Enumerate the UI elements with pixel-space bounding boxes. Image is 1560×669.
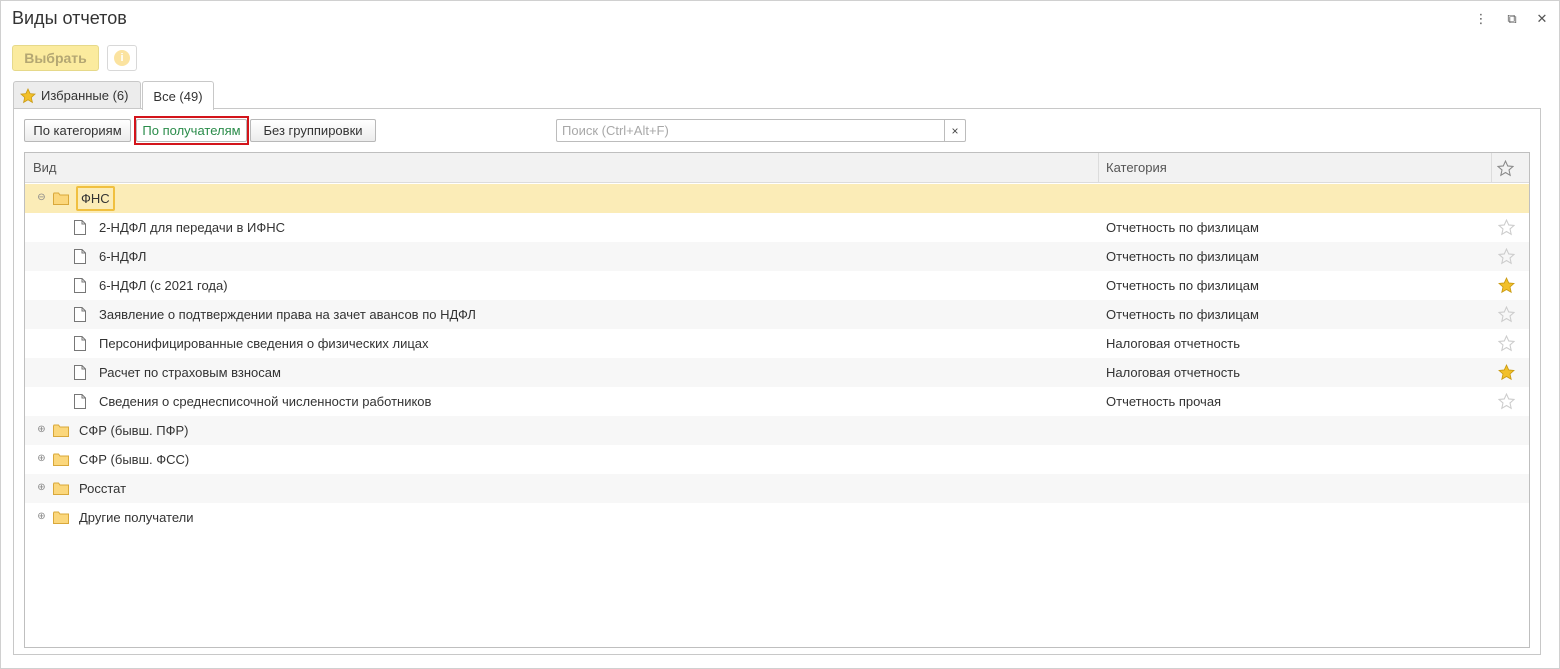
- tab-favorites[interactable]: Избранные (6): [13, 81, 141, 109]
- column-separator: [1098, 153, 1099, 183]
- report-category: Отчетность прочая: [1106, 394, 1222, 409]
- table-row[interactable]: Заявление о подтверждении права на зачет…: [25, 300, 1529, 329]
- star-empty-icon[interactable]: [1498, 393, 1515, 410]
- tab-favorites-label: Избранные (6): [41, 88, 129, 103]
- report-name: 6-НДФЛ: [99, 249, 147, 264]
- table-header: Вид Категория: [25, 153, 1529, 183]
- table-row[interactable]: Сведения о среднесписочной численности р…: [25, 387, 1529, 416]
- table-row[interactable]: 6-НДФЛ (с 2021 года) Отчетность по физли…: [25, 271, 1529, 300]
- document-icon: [74, 278, 86, 293]
- star-filled-icon[interactable]: [1498, 277, 1515, 294]
- star-icon: [20, 87, 36, 103]
- group-row-rosstat[interactable]: ⊕ Росстат: [25, 474, 1529, 503]
- folder-icon: [53, 511, 69, 524]
- group-row-sfr-pfr[interactable]: ⊕ СФР (бывш. ПФР): [25, 416, 1529, 445]
- report-types-window: Виды отчетов ⋮ ⧉ ✕ Выбрать i Избранные (…: [0, 0, 1560, 669]
- info-icon: i: [114, 50, 130, 66]
- star-filled-icon[interactable]: [1498, 364, 1515, 381]
- group-by-recipient-button[interactable]: По получателям: [136, 119, 247, 142]
- restore-window-icon[interactable]: ⧉: [1503, 10, 1521, 28]
- tab-all[interactable]: Все (49): [142, 81, 214, 110]
- group-label: Росстат: [79, 481, 127, 496]
- table-row[interactable]: Персонифицированные сведения о физически…: [25, 329, 1529, 358]
- document-icon: [74, 394, 86, 409]
- collapse-icon[interactable]: ⊖: [36, 193, 47, 204]
- star-empty-icon[interactable]: [1498, 219, 1515, 236]
- report-name: 2-НДФЛ для передачи в ИФНС: [99, 220, 286, 235]
- group-label: Другие получатели: [79, 510, 194, 525]
- expand-icon[interactable]: ⊕: [36, 454, 47, 465]
- report-category: Отчетность по физлицам: [1106, 307, 1259, 322]
- folder-icon: [53, 482, 69, 495]
- folder-icon: [53, 192, 69, 205]
- expand-icon[interactable]: ⊕: [36, 425, 47, 436]
- search-clear-button[interactable]: ×: [944, 119, 966, 142]
- column-separator: [1491, 153, 1492, 183]
- document-icon: [74, 220, 86, 235]
- document-icon: [74, 249, 86, 264]
- group-by-category-button[interactable]: По категориям: [24, 119, 131, 142]
- report-category: Отчетность по физлицам: [1106, 278, 1259, 293]
- report-category: Налоговая отчетность: [1106, 336, 1240, 351]
- group-label: ФНС: [76, 186, 115, 211]
- expand-icon[interactable]: ⊕: [36, 512, 47, 523]
- folder-icon: [53, 424, 69, 437]
- table-row[interactable]: Расчет по страховым взносам Налоговая от…: [25, 358, 1529, 387]
- close-icon[interactable]: ✕: [1533, 10, 1551, 28]
- table-row[interactable]: 6-НДФЛ Отчетность по физлицам: [25, 242, 1529, 271]
- folder-icon: [53, 453, 69, 466]
- report-name: Персонифицированные сведения о физически…: [99, 336, 429, 351]
- document-icon: [74, 365, 86, 380]
- column-header-kind[interactable]: Вид: [33, 153, 57, 183]
- table-row[interactable]: 2-НДФЛ для передачи в ИФНС Отчетность по…: [25, 213, 1529, 242]
- report-category: Отчетность по физлицам: [1106, 220, 1259, 235]
- expand-icon[interactable]: ⊕: [36, 483, 47, 494]
- star-empty-icon[interactable]: [1498, 248, 1515, 265]
- report-name: 6-НДФЛ (с 2021 года): [99, 278, 228, 293]
- report-name: Заявление о подтверждении права на зачет…: [99, 307, 476, 322]
- report-types-table: Вид Категория ⊖ ФНС 2-НДФЛ для передачи …: [24, 152, 1530, 648]
- window-title: Виды отчетов: [12, 8, 127, 28]
- search-input[interactable]: [556, 119, 945, 142]
- star-empty-icon[interactable]: [1498, 306, 1515, 323]
- group-label: СФР (бывш. ПФР): [79, 423, 189, 438]
- select-button[interactable]: Выбрать: [12, 45, 99, 71]
- favorite-column-star-icon[interactable]: [1497, 160, 1514, 177]
- report-name: Сведения о среднесписочной численности р…: [99, 394, 432, 409]
- document-icon: [74, 336, 86, 351]
- more-menu-icon[interactable]: ⋮: [1472, 10, 1490, 28]
- group-row-other-recipients[interactable]: ⊕ Другие получатели: [25, 503, 1529, 532]
- star-empty-icon[interactable]: [1498, 335, 1515, 352]
- report-category: Отчетность по физлицам: [1106, 249, 1259, 264]
- group-label: СФР (бывш. ФСС): [79, 452, 190, 467]
- group-row-fns[interactable]: ⊖ ФНС: [25, 184, 1529, 213]
- no-grouping-button[interactable]: Без группировки: [250, 119, 376, 142]
- document-icon: [74, 307, 86, 322]
- group-row-sfr-fss[interactable]: ⊕ СФР (бывш. ФСС): [25, 445, 1529, 474]
- report-name: Расчет по страховым взносам: [99, 365, 281, 380]
- info-button[interactable]: i: [107, 45, 137, 71]
- column-header-category[interactable]: Категория: [1106, 153, 1167, 183]
- tab-all-label: Все (49): [153, 88, 203, 104]
- report-category: Налоговая отчетность: [1106, 365, 1240, 380]
